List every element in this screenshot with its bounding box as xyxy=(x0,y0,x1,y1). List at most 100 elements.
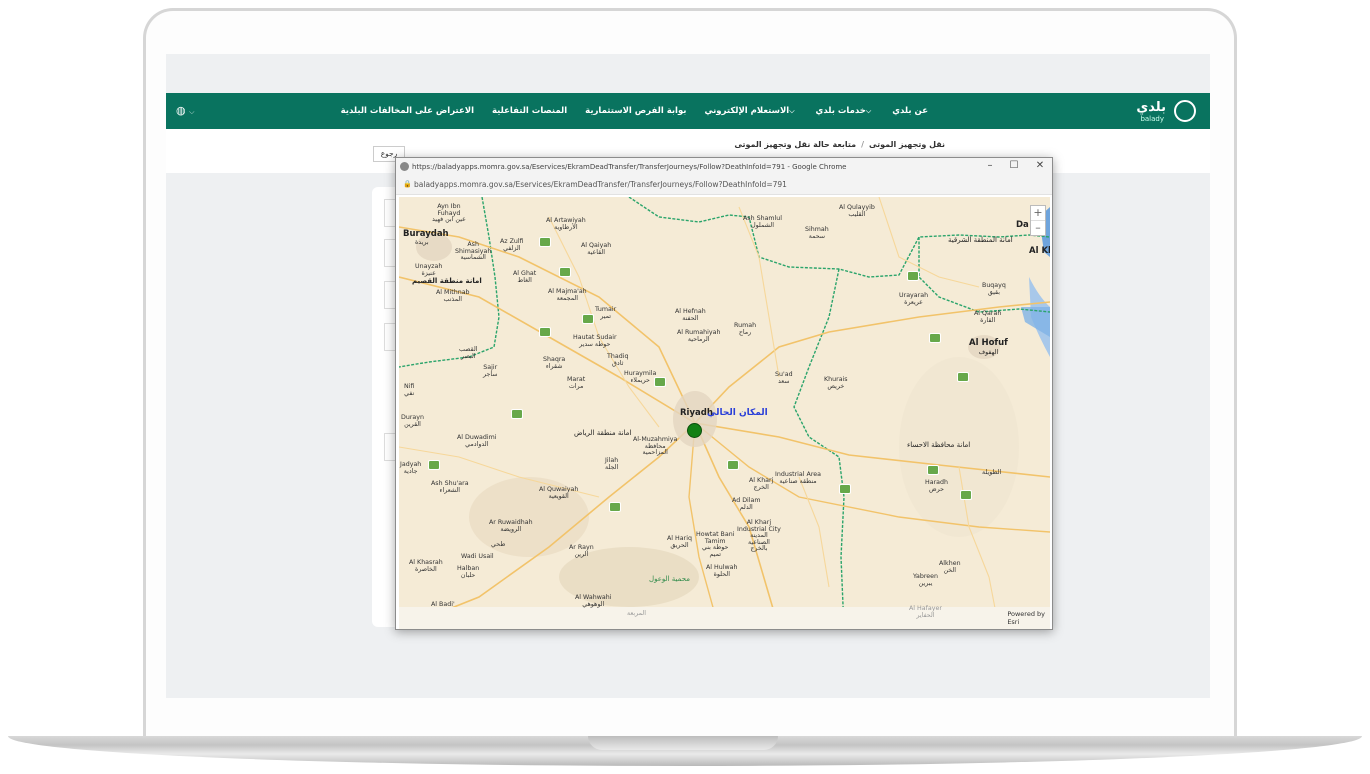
map-label: Su'ad سعد xyxy=(775,371,793,385)
location-marker-icon[interactable] xyxy=(687,423,702,438)
map-label: Al Duwadimi الدوادمي xyxy=(457,434,497,448)
top-gap xyxy=(166,54,1210,93)
map-label: Industrial Area منطقة صناعية xyxy=(775,471,822,485)
map-label: Unayzah عنيزة xyxy=(415,263,443,277)
maximize-button[interactable]: ☐ xyxy=(1004,160,1024,171)
map-label: طحي xyxy=(491,541,506,548)
map-label: Rumah رماح xyxy=(734,322,757,336)
road-shield-icon xyxy=(511,409,523,419)
map-label: Ash Shamlul الشملول xyxy=(743,215,783,229)
lock-icon: 🔒 xyxy=(403,180,412,188)
map-label: Halban حلبان xyxy=(457,565,480,579)
zoom-out-button[interactable]: – xyxy=(1031,221,1045,235)
logo-text: بلدي xyxy=(1136,100,1166,115)
map-view[interactable]: Ayn Ibn Fuhayd عين ابن فهيد Buraydah بريد… xyxy=(399,197,1050,629)
map-label: Wadi Usail xyxy=(461,553,494,560)
map-label: Al-Muzahmiya محافظة المزاحمية xyxy=(633,436,678,457)
road-shield-icon xyxy=(907,271,919,281)
nav-item-investment[interactable]: بوابة الفرص الاستثمارية xyxy=(585,106,686,116)
breadcrumb-current: متابعة حالة نقل وتجهيز الموتى xyxy=(734,140,857,149)
map-label: امانة منطقة القصيم xyxy=(412,277,482,285)
map-label: القصب البصر xyxy=(459,346,478,360)
map-label: Al Mithnab المذنب xyxy=(436,289,470,303)
map-label: بريدة xyxy=(415,239,429,246)
map-label: Al Kh xyxy=(1029,246,1050,256)
map-attribution: Powered by Esri xyxy=(1007,610,1045,627)
map-label: امانة محافظة الاحساء xyxy=(907,441,971,449)
road-shield-icon xyxy=(839,484,851,494)
map-label: Da xyxy=(1016,220,1029,230)
map-label: امانة منطقة الرياض xyxy=(574,429,632,437)
map-label: Jilah الجلة xyxy=(605,457,619,471)
popup-title: https://baladyapps.momra.gov.sa/Eservice… xyxy=(412,163,847,171)
map-label: Al Quwaiyah القويعية xyxy=(539,486,579,500)
map-label: Ayn Ibn Fuhayd عين ابن فهيد xyxy=(432,203,466,224)
map-label: Ash Shimasiyah الشماسية xyxy=(455,241,492,262)
map-label: Durayn القرين xyxy=(401,414,425,428)
map-label: Al Hulwah الحلوة xyxy=(706,564,738,578)
map-label: Marat مرات xyxy=(567,376,586,390)
nav-item-e-inquiry[interactable]: الاستعلام الإلكتروني⌵ xyxy=(705,106,798,116)
popup-titlebar: https://baladyapps.momra.gov.sa/Eservice… xyxy=(396,158,1052,176)
chevron-down-icon: ⌵ xyxy=(789,107,795,115)
map-label: Sihmah سحمة xyxy=(805,226,829,240)
map-label: Khurais خريص xyxy=(824,376,848,390)
nav-item-platforms[interactable]: المنصات التفاعلية xyxy=(492,106,567,116)
map-label: Urayarah عريعرة xyxy=(899,292,929,306)
nav-item-services[interactable]: خدمات بلدي⌵ xyxy=(816,106,875,116)
balady-logo[interactable]: بلدي balady xyxy=(1136,97,1202,125)
breadcrumb: نقل وتجهيز الموتى/متابعة حالة نقل وتجهيز… xyxy=(734,140,945,149)
chevron-down-icon: ⌵ xyxy=(865,107,872,115)
navbar: بلدي balady عن بلدي خدمات بلدي⌵ الاستعلا… xyxy=(166,93,1210,129)
popup-address-bar[interactable]: 🔒 baladyapps.momra.gov.sa/Eservices/Ekra… xyxy=(396,176,1052,195)
map-label: Thadiq ثادق xyxy=(607,353,629,367)
road-shield-icon xyxy=(609,502,621,512)
map-label: Sajir ساجر xyxy=(483,364,498,378)
road-shield-icon xyxy=(727,460,739,470)
minimize-button[interactable]: – xyxy=(980,160,1000,171)
map-label: Ar Ruwaidhah الرويضة xyxy=(489,519,533,533)
nav-item-objection[interactable]: الاعتراض على المخالفات البلدية xyxy=(341,106,474,116)
map-label: Al Rumahiyah الرماحية xyxy=(677,329,721,343)
map-label: Al Kharj Industrial City المدينة الصناعية… xyxy=(737,519,781,553)
map-label: امانة المنطقة الشرقية xyxy=(948,236,1013,244)
road-shield-icon xyxy=(428,460,440,470)
map-label: Ar Rayn الرين xyxy=(569,544,594,558)
chrome-icon xyxy=(400,162,409,171)
breadcrumb-item[interactable]: نقل وتجهيز الموتى xyxy=(869,140,945,149)
road-shield-icon xyxy=(582,314,594,324)
map-label: Al Hefnah الحفنة xyxy=(675,308,706,322)
map-label: Al Kharj الخرج xyxy=(749,477,774,491)
map-label: المربعة xyxy=(627,610,646,617)
map-label: Al Qulayyib القليب xyxy=(839,204,875,218)
road-shield-icon xyxy=(539,237,551,247)
map-label: Alkhen الخن xyxy=(939,560,961,574)
map-label: Haradh حرض xyxy=(925,479,949,493)
map-label: Al Qarah القارة xyxy=(974,310,1002,324)
map-label: Al Artawiyah الأرطاوية xyxy=(546,217,586,231)
palm-logo-icon xyxy=(1174,100,1196,122)
map-label: Nifi نفي xyxy=(404,383,415,397)
laptop-notch xyxy=(588,736,778,750)
map-label: Yabreen يبرين xyxy=(913,573,939,587)
close-button[interactable]: ✕ xyxy=(1030,160,1050,171)
nav-menu: عن بلدي خدمات بلدي⌵ الاستعلام الإلكتروني… xyxy=(341,93,928,129)
map-label: Al Majma'ah المجمعة xyxy=(548,288,587,302)
map-label: الطويلة xyxy=(982,469,1002,476)
nav-item-about[interactable]: عن بلدي xyxy=(892,106,928,116)
road-shield-icon xyxy=(927,465,939,475)
zoom-in-button[interactable]: + xyxy=(1031,206,1045,221)
popup-url: baladyapps.momra.gov.sa/Eservices/EkramD… xyxy=(414,180,787,189)
map-label: Buraydah xyxy=(403,229,449,239)
map-label: Jadyah جادية xyxy=(400,461,422,475)
map-label: Al Qaiyah القاعية xyxy=(581,242,612,256)
road-shield-icon xyxy=(559,267,571,277)
map-label: Tumair تمير xyxy=(595,306,617,320)
map-label: Az Zulfi الزلفي xyxy=(500,238,524,252)
map-label: Hautat Sudair حوطة سدير xyxy=(573,334,617,348)
globe-icon[interactable]: ◍ ⌵ xyxy=(176,104,194,117)
road-shield-icon xyxy=(539,327,551,337)
map-label: Al Badi' xyxy=(431,601,455,608)
map-label: Buqayq بقيق xyxy=(982,282,1006,296)
current-location-label: المكان الحالي xyxy=(707,408,768,418)
